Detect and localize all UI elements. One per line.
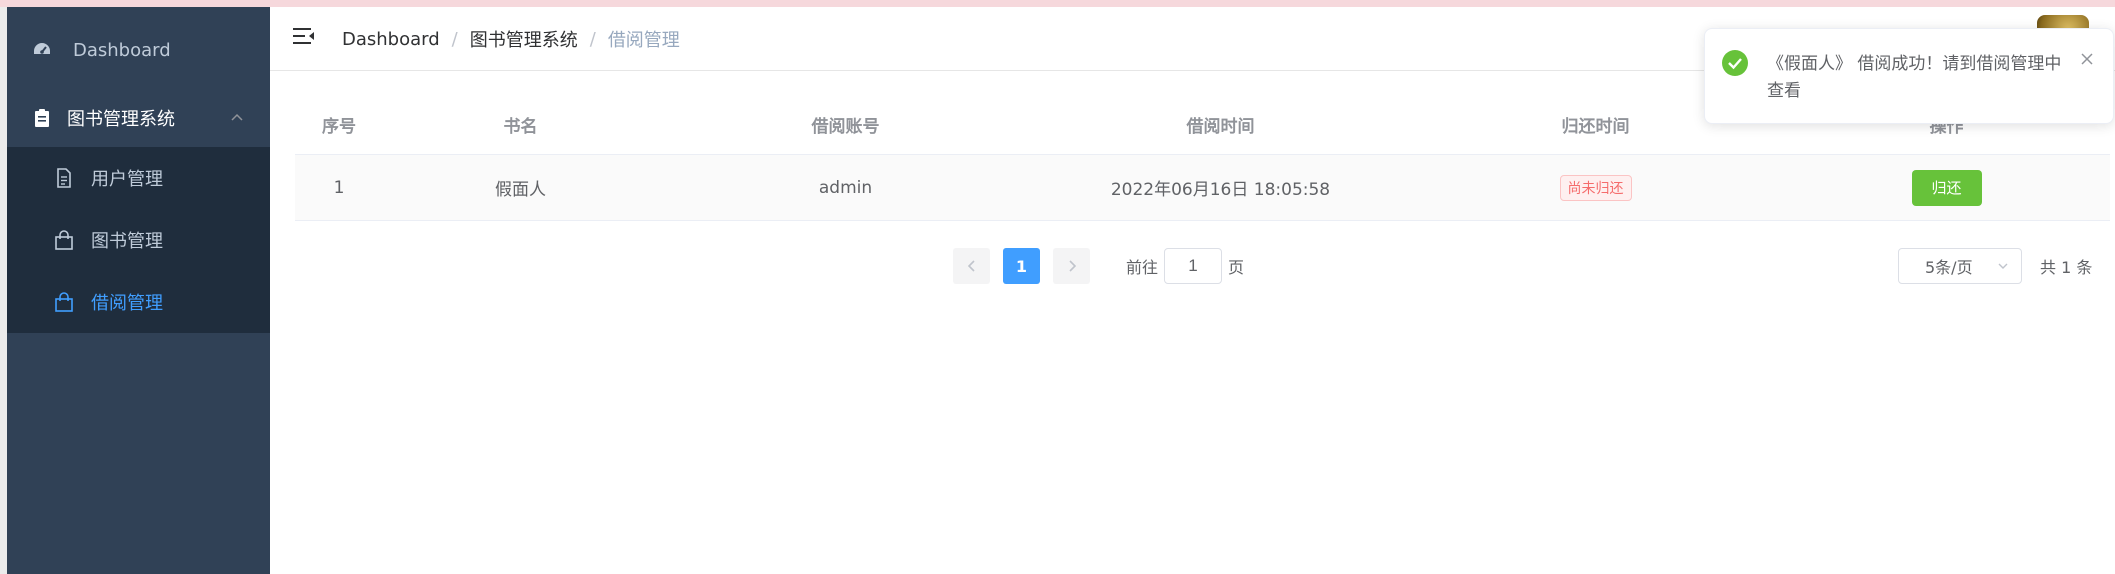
chevron-right-icon [1068,260,1076,272]
breadcrumb-item-library-system[interactable]: 图书管理系统 [470,26,578,52]
sidebar-item-label: 借阅管理 [91,293,163,314]
sidebar-item-borrow[interactable]: 借阅管理 [7,271,270,333]
total-count: 共 1 条 [2040,258,2093,277]
sidebar-item-label: 用户管理 [91,169,163,190]
cell-index: 1 [333,177,345,198]
breadcrumb: Dashboard / 图书管理系统 / 借阅管理 [342,7,680,71]
sidebar-item-dashboard[interactable]: Dashboard [7,21,270,79]
status-badge: 尚未归还 [1559,174,1632,201]
next-page-button[interactable] [1053,248,1090,284]
cell-return-status: 尚未归还 [1408,155,1783,220]
prev-page-button[interactable] [953,248,990,284]
table-row: 1 假面人 admin 2022年06月16日 18:05:58 尚未归还 归还 [295,155,2110,221]
breadcrumb-separator: / [589,28,596,50]
cell-account: admin [818,177,873,198]
column-header-borrow-time: 借阅时间 [1186,117,1255,137]
column-header-index: 序号 [322,117,356,137]
sidebar: Dashboard 图书管理系统 用户管理 图书管理 借阅管理 [7,7,270,574]
sidebar-submenu-label: 图书管理系统 [67,109,175,130]
shopping-bag-icon [53,291,75,313]
goto-page-input[interactable] [1164,248,1223,284]
shopping-bag-icon [53,229,75,251]
goto-suffix-label: 页 [1228,258,1245,277]
sidebar-submenu-library-system[interactable]: 图书管理系统 [7,89,270,147]
page-jumper: 前往 页 [1126,248,1244,284]
pagination: 1 前往 页 [953,248,1244,284]
column-header-account: 借阅账号 [811,117,880,137]
cell-borrow-time: 2022年06月16日 18:05:58 [1110,180,1331,200]
chevron-left-icon [967,260,975,272]
page-size-select[interactable]: 5条/页 [1898,248,2022,284]
hamburger-menu-icon[interactable] [292,25,316,47]
column-header-title: 书名 [503,117,538,137]
document-icon [53,167,75,189]
goto-prefix-label: 前往 [1126,258,1159,277]
sidebar-item-users[interactable]: 用户管理 [7,147,270,209]
sidebar-item-label: 图书管理 [91,231,163,252]
page-size-value: 5条/页 [1925,258,1973,277]
close-icon[interactable] [2079,51,2095,67]
success-notification: 《假面人》 借阅成功！请到借阅管理中查看 [1704,28,2114,124]
cell-actions: 归还 [1783,155,2110,220]
dashboard-gauge-icon [31,39,53,61]
left-edge-strip [0,7,7,574]
chevron-down-icon [1998,263,2008,269]
sidebar-item-label: Dashboard [73,39,171,61]
return-button[interactable]: 归还 [1911,169,1982,206]
clipboard-icon [31,107,53,129]
chevron-up-icon [231,113,243,121]
check-circle-icon [1722,50,1748,76]
page-number-button[interactable]: 1 [1003,248,1040,284]
browser-top-strip [0,0,2115,7]
breadcrumb-separator: / [451,28,458,50]
breadcrumb-item-dashboard[interactable]: Dashboard [342,29,440,50]
cell-title: 假面人 [495,180,546,200]
notification-message: 《假面人》 借阅成功！请到借阅管理中查看 [1767,54,2062,101]
breadcrumb-item-current: 借阅管理 [607,30,680,51]
sidebar-item-books[interactable]: 图书管理 [7,209,270,271]
